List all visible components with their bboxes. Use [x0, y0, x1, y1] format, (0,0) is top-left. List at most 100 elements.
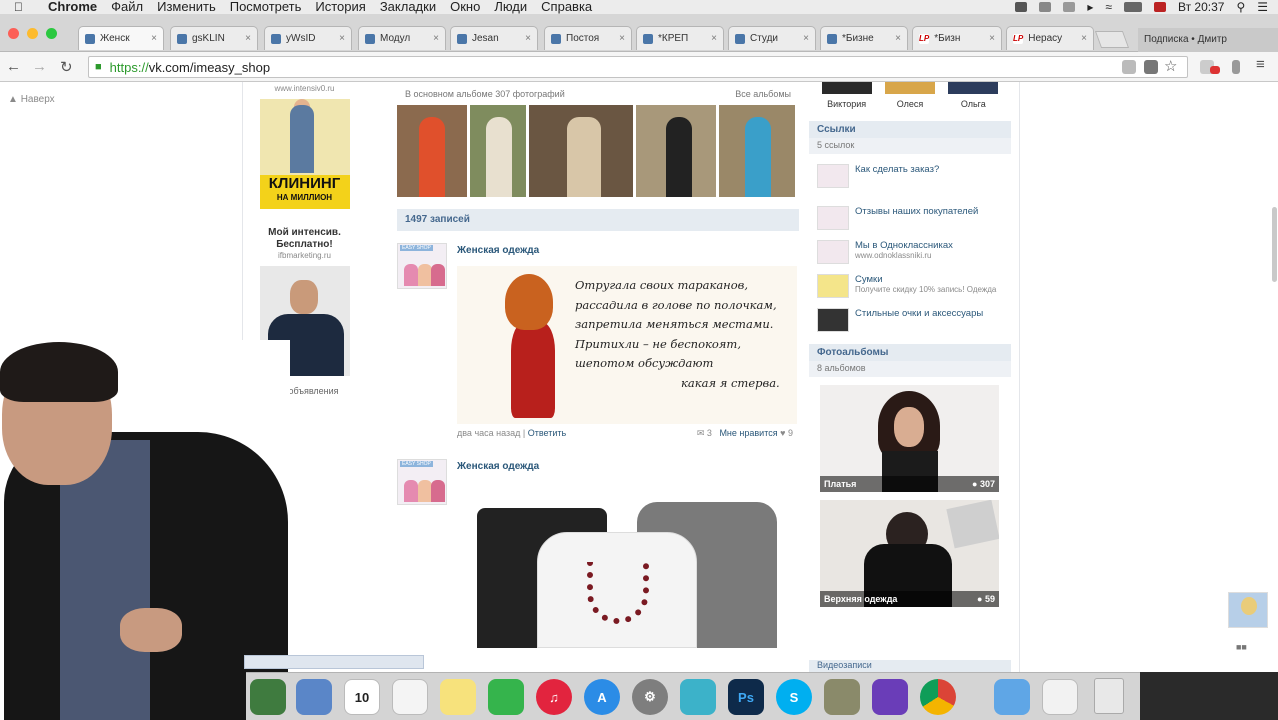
menu-edit[interactable]: Изменить [157, 0, 216, 14]
ad-title[interactable]: Мой интенсив. Бесплатно! [252, 227, 357, 251]
link-label[interactable]: Стильные очки и аксессуары [855, 308, 983, 319]
posts-count-header[interactable]: 1497 записей [397, 209, 799, 231]
tab-4[interactable]: Jesan × [450, 26, 538, 50]
photo-albums-header[interactable]: Фотоальбомы [809, 344, 1011, 361]
close-tab-icon[interactable]: × [433, 33, 439, 44]
reminders-icon[interactable] [392, 679, 428, 715]
cleaner-icon[interactable] [824, 679, 860, 715]
tab-3[interactable]: Модул × [358, 26, 446, 50]
ftp-icon[interactable] [680, 679, 716, 715]
facetime-icon[interactable] [488, 679, 524, 715]
shield-extension-icon[interactable] [1122, 60, 1136, 74]
close-tab-icon[interactable]: × [245, 33, 251, 44]
reload-icon[interactable]: ↻ [60, 58, 73, 76]
album-photo[interactable] [470, 105, 526, 197]
preview-icon[interactable] [296, 679, 332, 715]
link-label[interactable]: Сумки [855, 274, 996, 285]
link-item[interactable]: Мы в Одноклассниках www.odnoklassniki.ru [817, 240, 1011, 264]
album-photo[interactable] [719, 105, 795, 197]
chat-friend-avatar[interactable] [1228, 592, 1268, 628]
itunes-icon[interactable]: ♫ [536, 679, 572, 715]
link-item[interactable]: Стильные очки и аксессуары [817, 308, 1011, 332]
minimize-window-icon[interactable] [27, 28, 38, 39]
link-label[interactable]: Мы в Одноклассниках [855, 240, 953, 251]
close-tab-icon[interactable]: × [989, 33, 995, 44]
status-r-icon[interactable] [1063, 2, 1076, 12]
tab-0[interactable]: Женск × [78, 26, 164, 50]
cleaning-ad-image[interactable]: КЛИНИНГ НА МИЛЛИОН [259, 99, 350, 209]
mic-extension-icon[interactable] [1232, 60, 1240, 74]
skype-icon[interactable]: S [776, 679, 812, 715]
friend-card[interactable]: Ольга [945, 82, 1001, 109]
record-extension-icon[interactable] [1210, 66, 1220, 74]
post-author[interactable]: Женская одежда [457, 241, 799, 256]
maximize-window-icon[interactable] [46, 28, 57, 39]
album-photo[interactable] [529, 105, 633, 197]
menu-file[interactable]: Файл [111, 0, 143, 14]
mail-preview-icon[interactable] [1042, 679, 1078, 715]
menu-window[interactable]: Окно [450, 0, 480, 14]
link-label[interactable]: Как сделать заказ? [855, 164, 939, 175]
forward-arrow-icon[interactable]: → [32, 58, 47, 75]
tab-1[interactable]: gsKLIN × [170, 26, 258, 50]
album-card[interactable]: Верхняя одежда ● 59 [820, 500, 999, 607]
post-image[interactable]: Отругала своих тараканов, рассадила в го… [457, 266, 797, 424]
page-scrollbar[interactable] [1272, 207, 1277, 282]
post-image[interactable] [467, 488, 787, 648]
album-photo[interactable] [397, 105, 467, 197]
all-albums-link[interactable]: Все альбомы [735, 89, 791, 99]
post-author[interactable]: Женская одежда [457, 457, 799, 472]
like-label[interactable]: Мне нравится [719, 428, 777, 438]
close-tab-icon[interactable]: × [339, 33, 345, 44]
ad-site[interactable]: ifbmarketing.ru [252, 251, 357, 260]
close-window-icon[interactable] [8, 28, 19, 39]
tab-7[interactable]: Студи × [728, 26, 816, 50]
heart-icon[interactable]: ♥ [780, 428, 785, 438]
post-time[interactable]: два часа назад [457, 428, 520, 438]
menu-view[interactable]: Посмотреть [230, 0, 302, 14]
close-tab-icon[interactable]: × [151, 33, 157, 44]
reply-link[interactable]: Ответить [528, 428, 566, 438]
back-arrow-icon[interactable]: ← [6, 58, 21, 75]
notes-icon[interactable] [440, 679, 476, 715]
tab-2[interactable]: yWsID × [264, 26, 352, 50]
profile-tab[interactable]: Подписка • Дмитр [1138, 28, 1278, 52]
tab-9[interactable]: LP *Бизн × [912, 26, 1002, 50]
videos-header[interactable]: Видеозаписи [809, 660, 1011, 672]
close-tab-icon[interactable]: × [711, 33, 717, 44]
links-header[interactable]: Ссылки [809, 121, 1011, 138]
menu-help[interactable]: Справка [541, 0, 592, 14]
chrome-icon[interactable] [920, 679, 956, 715]
chrome-menu-icon[interactable]: ≡ [1256, 56, 1265, 73]
menubar-clock[interactable]: Вт 20:37 [1178, 0, 1224, 14]
ad-site-link[interactable]: www.intensiv0.ru [252, 84, 357, 93]
status-sync-icon[interactable] [1039, 2, 1052, 12]
chat-controls-icon[interactable]: ■■ [1236, 642, 1247, 652]
photoshop-icon[interactable]: Ps [728, 679, 764, 715]
folder-icon[interactable] [994, 679, 1030, 715]
tab-5[interactable]: Постоя × [544, 26, 632, 50]
tab-8[interactable]: *Бизне × [820, 26, 908, 50]
lightbulb-extension-icon[interactable] [1144, 60, 1158, 74]
close-tab-icon[interactable]: × [1081, 33, 1087, 44]
finder-icon[interactable] [250, 679, 286, 715]
menu-people[interactable]: Люди [494, 0, 527, 14]
close-tab-icon[interactable]: × [803, 33, 809, 44]
close-tab-icon[interactable]: × [895, 33, 901, 44]
notification-center-icon[interactable]: ☰ [1257, 0, 1268, 14]
bookmark-star-icon[interactable]: ☆ [1164, 57, 1177, 75]
close-tab-icon[interactable]: × [525, 33, 531, 44]
battery-icon[interactable] [1123, 2, 1142, 12]
link-item[interactable]: Как сделать заказ? [817, 164, 1011, 188]
screenshot-icon[interactable] [872, 679, 908, 715]
wifi-icon[interactable]: ≈ [1105, 0, 1112, 14]
system-preferences-icon[interactable]: ⚙ [632, 679, 668, 715]
tab-6[interactable]: *КРЕП × [636, 26, 724, 50]
menu-app-name[interactable]: Chrome [48, 0, 97, 14]
post-avatar[interactable]: EASY SHOP [397, 459, 447, 505]
friend-card[interactable]: Виктория [819, 82, 875, 109]
album-card[interactable]: Платья ● 307 [820, 385, 999, 492]
trash-icon[interactable] [1094, 678, 1124, 714]
tab-10[interactable]: LP Нерасу × [1006, 26, 1094, 50]
calendar-icon[interactable]: 10 [344, 679, 380, 715]
